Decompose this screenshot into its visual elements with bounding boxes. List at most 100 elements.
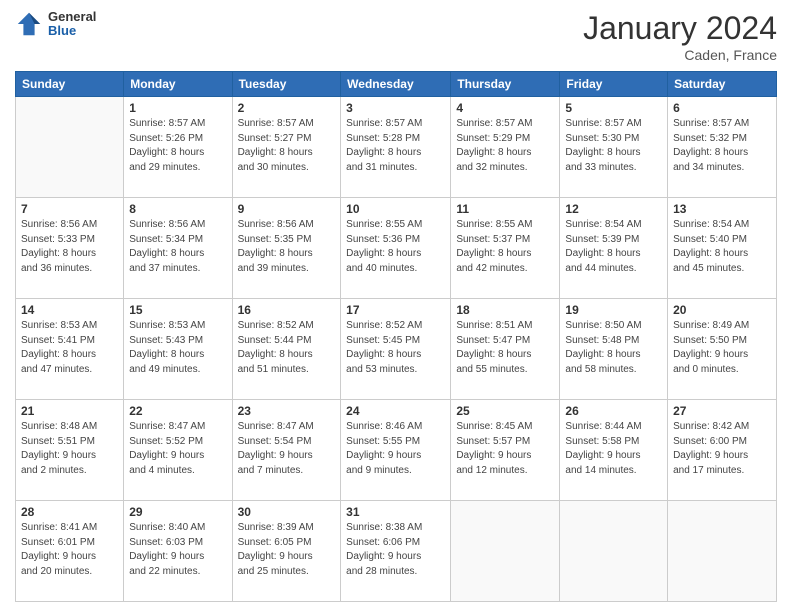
calendar-week-row: 28Sunrise: 8:41 AM Sunset: 6:01 PM Dayli… (16, 501, 777, 602)
calendar-cell: 22 Sunrise: 8:47 AM Sunset: 5:52 PM Dayli… (124, 400, 232, 501)
logo-blue: Blue (48, 24, 96, 38)
day-number: 2 (238, 101, 336, 115)
day-info: Sunrise: 8:40 AM Sunset: 6:03 PM Dayligh… (129, 521, 226, 579)
calendar-day-header: Tuesday (232, 72, 341, 97)
day-number: 21 (21, 404, 118, 418)
calendar-cell: 15Sunrise: 8:53 AM Sunset: 5:43 PM Dayli… (124, 299, 232, 400)
day-info: Sunrise: 8:52 AM Sunset: 5:45 PM Dayligh… (346, 319, 445, 377)
day-info: Sunrise: 8:56 AM Sunset: 5:35 PM Dayligh… (238, 218, 336, 276)
day-info: Sunrise: 8:57 AM Sunset: 5:26 PM Dayligh… (129, 117, 226, 175)
day-info: Sunrise: 8:39 AM Sunset: 6:05 PM Dayligh… (238, 521, 336, 579)
calendar-week-row: 21Sunrise: 8:48 AM Sunset: 5:51 PM Dayli… (16, 400, 777, 501)
day-number: 26 (565, 404, 662, 418)
calendar-cell: 5 Sunrise: 8:57 AM Sunset: 5:30 PM Daylig… (560, 97, 668, 198)
calendar-cell: 29Sunrise: 8:40 AM Sunset: 6:03 PM Dayli… (124, 501, 232, 602)
day-number: 16 (238, 303, 336, 317)
day-number: 30 (238, 505, 336, 519)
calendar-cell: 13 Sunrise: 8:54 AM Sunset: 5:40 PM Dayli… (668, 198, 777, 299)
logo-icon (15, 10, 43, 38)
day-number: 4 (456, 101, 554, 115)
day-number: 31 (346, 505, 445, 519)
day-info: Sunrise: 8:56 AM Sunset: 5:33 PM Dayligh… (21, 218, 118, 276)
day-number: 1 (129, 101, 226, 115)
day-number: 9 (238, 202, 336, 216)
location: Caden, France (583, 47, 777, 63)
calendar-cell: 7 Sunrise: 8:56 AM Sunset: 5:33 PM Daylig… (16, 198, 124, 299)
day-number: 3 (346, 101, 445, 115)
day-number: 8 (129, 202, 226, 216)
calendar-day-header: Thursday (451, 72, 560, 97)
calendar-cell: 12 Sunrise: 8:54 AM Sunset: 5:39 PM Dayli… (560, 198, 668, 299)
day-number: 5 (565, 101, 662, 115)
calendar-cell: 30 Sunrise: 8:39 AM Sunset: 6:05 PM Dayli… (232, 501, 341, 602)
calendar-day-header: Sunday (16, 72, 124, 97)
day-info: Sunrise: 8:57 AM Sunset: 5:30 PM Dayligh… (565, 117, 662, 175)
day-info: Sunrise: 8:57 AM Sunset: 5:27 PM Dayligh… (238, 117, 336, 175)
day-info: Sunrise: 8:52 AM Sunset: 5:44 PM Dayligh… (238, 319, 336, 377)
calendar-cell: 21Sunrise: 8:48 AM Sunset: 5:51 PM Dayli… (16, 400, 124, 501)
day-number: 17 (346, 303, 445, 317)
calendar-cell: 18 Sunrise: 8:51 AM Sunset: 5:47 PM Dayli… (451, 299, 560, 400)
day-info: Sunrise: 8:41 AM Sunset: 6:01 PM Dayligh… (21, 521, 118, 579)
day-number: 7 (21, 202, 118, 216)
calendar-cell: 19 Sunrise: 8:50 AM Sunset: 5:48 PM Dayli… (560, 299, 668, 400)
calendar-cell: 27Sunrise: 8:42 AM Sunset: 6:00 PM Dayli… (668, 400, 777, 501)
calendar-cell: 28Sunrise: 8:41 AM Sunset: 6:01 PM Dayli… (16, 501, 124, 602)
day-info: Sunrise: 8:47 AM Sunset: 5:54 PM Dayligh… (238, 420, 336, 478)
day-info: Sunrise: 8:51 AM Sunset: 5:47 PM Dayligh… (456, 319, 554, 377)
day-number: 15 (129, 303, 226, 317)
calendar-day-header: Monday (124, 72, 232, 97)
day-number: 12 (565, 202, 662, 216)
calendar-cell (560, 501, 668, 602)
day-number: 19 (565, 303, 662, 317)
calendar-cell: 23Sunrise: 8:47 AM Sunset: 5:54 PM Dayli… (232, 400, 341, 501)
day-number: 18 (456, 303, 554, 317)
calendar-cell (451, 501, 560, 602)
day-info: Sunrise: 8:38 AM Sunset: 6:06 PM Dayligh… (346, 521, 445, 579)
day-info: Sunrise: 8:54 AM Sunset: 5:39 PM Dayligh… (565, 218, 662, 276)
calendar-table: SundayMondayTuesdayWednesdayThursdayFrid… (15, 71, 777, 602)
title-section: January 2024 Caden, France (583, 10, 777, 63)
day-info: Sunrise: 8:54 AM Sunset: 5:40 PM Dayligh… (673, 218, 771, 276)
day-number: 10 (346, 202, 445, 216)
day-info: Sunrise: 8:47 AM Sunset: 5:52 PM Dayligh… (129, 420, 226, 478)
calendar-cell: 17 Sunrise: 8:52 AM Sunset: 5:45 PM Dayli… (341, 299, 451, 400)
calendar-cell: 11Sunrise: 8:55 AM Sunset: 5:37 PM Dayli… (451, 198, 560, 299)
calendar-cell: 1 Sunrise: 8:57 AM Sunset: 5:26 PM Daylig… (124, 97, 232, 198)
day-info: Sunrise: 8:50 AM Sunset: 5:48 PM Dayligh… (565, 319, 662, 377)
day-number: 20 (673, 303, 771, 317)
calendar-day-header: Wednesday (341, 72, 451, 97)
calendar-cell (16, 97, 124, 198)
calendar-cell: 10 Sunrise: 8:55 AM Sunset: 5:36 PM Dayli… (341, 198, 451, 299)
header: General Blue January 2024 Caden, France (15, 10, 777, 63)
calendar-header-row: SundayMondayTuesdayWednesdayThursdayFrid… (16, 72, 777, 97)
day-number: 25 (456, 404, 554, 418)
day-number: 22 (129, 404, 226, 418)
day-info: Sunrise: 8:53 AM Sunset: 5:41 PM Dayligh… (21, 319, 118, 377)
day-number: 13 (673, 202, 771, 216)
logo-general: General (48, 10, 96, 24)
month-title: January 2024 (583, 10, 777, 47)
calendar-cell: 9 Sunrise: 8:56 AM Sunset: 5:35 PM Daylig… (232, 198, 341, 299)
day-info: Sunrise: 8:45 AM Sunset: 5:57 PM Dayligh… (456, 420, 554, 478)
day-info: Sunrise: 8:55 AM Sunset: 5:36 PM Dayligh… (346, 218, 445, 276)
day-info: Sunrise: 8:42 AM Sunset: 6:00 PM Dayligh… (673, 420, 771, 478)
calendar-day-header: Friday (560, 72, 668, 97)
calendar-cell (668, 501, 777, 602)
calendar-cell: 4 Sunrise: 8:57 AM Sunset: 5:29 PM Daylig… (451, 97, 560, 198)
calendar-week-row: 14Sunrise: 8:53 AM Sunset: 5:41 PM Dayli… (16, 299, 777, 400)
calendar-cell: 16 Sunrise: 8:52 AM Sunset: 5:44 PM Dayli… (232, 299, 341, 400)
day-info: Sunrise: 8:57 AM Sunset: 5:29 PM Dayligh… (456, 117, 554, 175)
page: General Blue January 2024 Caden, France … (0, 0, 792, 612)
calendar-week-row: 1 Sunrise: 8:57 AM Sunset: 5:26 PM Daylig… (16, 97, 777, 198)
calendar-cell: 31 Sunrise: 8:38 AM Sunset: 6:06 PM Dayli… (341, 501, 451, 602)
day-info: Sunrise: 8:46 AM Sunset: 5:55 PM Dayligh… (346, 420, 445, 478)
calendar-week-row: 7 Sunrise: 8:56 AM Sunset: 5:33 PM Daylig… (16, 198, 777, 299)
calendar-cell: 6Sunrise: 8:57 AM Sunset: 5:32 PM Daylig… (668, 97, 777, 198)
calendar-cell: 26Sunrise: 8:44 AM Sunset: 5:58 PM Dayli… (560, 400, 668, 501)
calendar-cell: 2 Sunrise: 8:57 AM Sunset: 5:27 PM Daylig… (232, 97, 341, 198)
calendar-cell: 8Sunrise: 8:56 AM Sunset: 5:34 PM Daylig… (124, 198, 232, 299)
day-info: Sunrise: 8:57 AM Sunset: 5:32 PM Dayligh… (673, 117, 771, 175)
calendar-cell: 20 Sunrise: 8:49 AM Sunset: 5:50 PM Dayli… (668, 299, 777, 400)
day-info: Sunrise: 8:49 AM Sunset: 5:50 PM Dayligh… (673, 319, 771, 377)
